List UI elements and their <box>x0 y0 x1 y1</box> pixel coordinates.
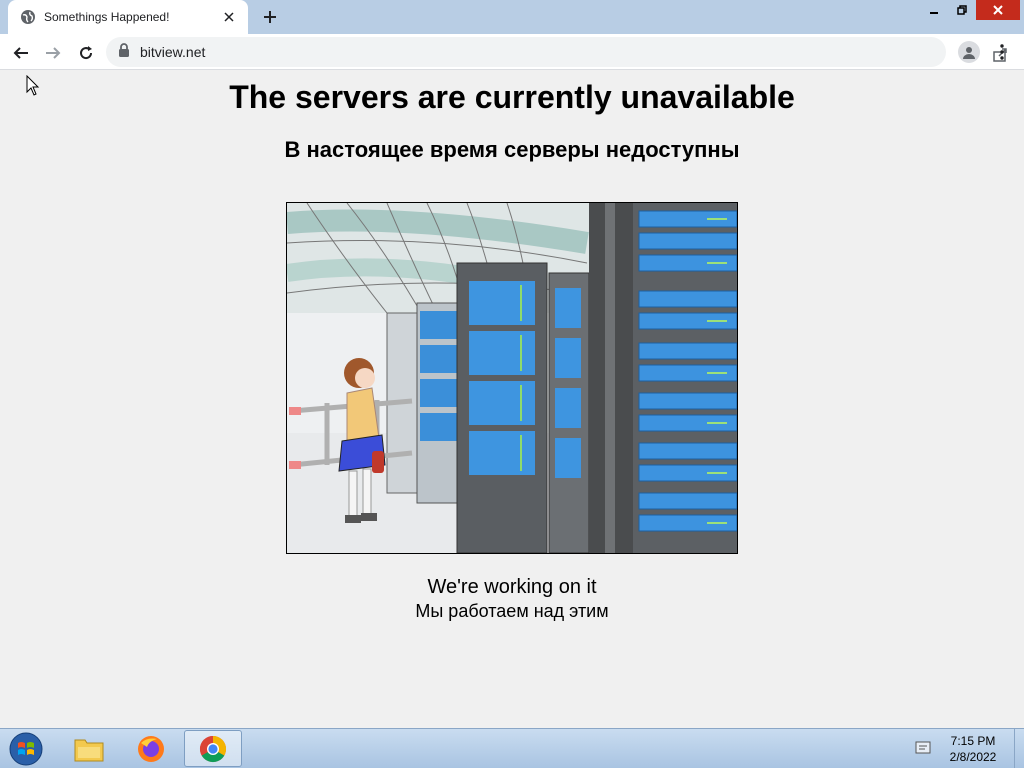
more-menu-icon[interactable] <box>992 42 1012 62</box>
new-tab-button[interactable] <box>258 6 282 28</box>
action-center-flag-icon[interactable] <box>914 739 934 757</box>
back-arrow-icon[interactable] <box>8 40 34 66</box>
browser-toolbar: bitview.net <box>0 34 1024 70</box>
browser-tab[interactable]: Somethings Happened! <box>8 0 248 34</box>
close-window-button[interactable] <box>976 0 1020 20</box>
status-message-russian: Мы работаем над этим <box>415 601 609 621</box>
system-clock[interactable]: 7:15 PM 2/8/2022 <box>940 733 1006 765</box>
clock-time: 7:15 PM <box>950 734 996 748</box>
clock-date: 2/8/2022 <box>949 750 997 764</box>
globe-icon <box>20 9 36 25</box>
server-room-illustration <box>286 202 738 554</box>
tab-title: Somethings Happened! <box>44 10 170 24</box>
forward-arrow-icon[interactable] <box>40 40 66 66</box>
page-title-russian: В настоящее время серверы недоступны <box>284 137 740 162</box>
restore-button[interactable] <box>948 0 976 20</box>
page-content: The servers are currently unavailable В … <box>0 71 1024 728</box>
tab-strip: Somethings Happened! <box>0 0 1024 34</box>
tab-close-icon[interactable] <box>220 8 238 26</box>
taskbar: 7:15 PM 2/8/2022 <box>0 728 1024 768</box>
reload-icon[interactable] <box>73 40 99 66</box>
chrome-icon[interactable] <box>184 730 242 767</box>
file-explorer-icon[interactable] <box>60 730 118 767</box>
profile-avatar-icon[interactable] <box>958 41 980 63</box>
firefox-icon[interactable] <box>122 730 180 767</box>
url-text: bitview.net <box>140 44 206 60</box>
status-message-english: We're working on it <box>427 576 597 598</box>
minimize-button[interactable] <box>920 0 948 20</box>
address-bar[interactable]: bitview.net <box>106 37 1007 67</box>
lock-icon[interactable] <box>118 42 130 62</box>
show-desktop-button[interactable] <box>1014 729 1024 768</box>
start-button[interactable] <box>6 731 46 767</box>
page-title-english: The servers are currently unavailable <box>229 79 795 115</box>
